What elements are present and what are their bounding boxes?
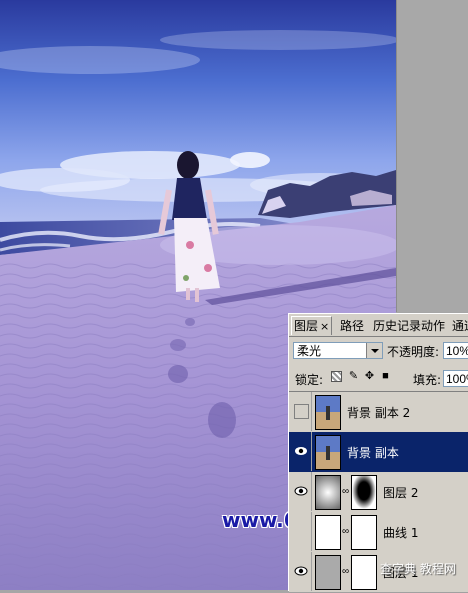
dropdown-arrow-icon[interactable] bbox=[366, 343, 382, 358]
layer-name[interactable]: 曲线 1 bbox=[383, 524, 418, 541]
tab-channels-label: 通道 bbox=[452, 319, 468, 333]
opacity-label: 不透明度: bbox=[387, 345, 440, 359]
layer-thumbnail bbox=[315, 555, 341, 590]
visibility-toggle[interactable] bbox=[291, 472, 312, 511]
move-icon[interactable]: ✥ bbox=[364, 371, 375, 382]
visibility-toggle[interactable] bbox=[291, 392, 312, 431]
panel-tabs: 图层× 路径 历史记录 动作 通道 bbox=[289, 314, 468, 337]
layer-name[interactable]: 背景 副本 bbox=[347, 444, 399, 461]
blend-mode-select[interactable]: 柔光 bbox=[293, 342, 383, 359]
tab-paths-label: 路径 bbox=[340, 319, 365, 333]
tab-history-label: 历史记录 bbox=[373, 319, 422, 333]
fill-field[interactable]: 100% bbox=[443, 370, 468, 387]
layer-row[interactable]: ∞ 图层 2 bbox=[289, 472, 468, 513]
brush-icon[interactable]: ✎ bbox=[348, 371, 359, 382]
layer-thumbnail bbox=[315, 475, 341, 510]
chain-link-icon: ∞ bbox=[342, 526, 350, 537]
adjustment-thumbnail bbox=[315, 515, 341, 550]
layers-panel: 图层× 路径 历史记录 动作 通道 柔光 不透明度: 10% 锁定: ✎ ✥ ■… bbox=[288, 313, 468, 593]
layer-row[interactable]: ∞ 曲线 1 bbox=[289, 512, 468, 553]
layer-mask-thumbnail bbox=[351, 515, 377, 550]
tab-layers[interactable]: 图层 × bbox=[291, 316, 333, 335]
tab-history[interactable]: 历史记录 bbox=[371, 317, 423, 335]
tab-paths[interactable]: 路径 bbox=[338, 317, 366, 335]
workspace-background bbox=[396, 0, 468, 312]
secondary-watermark: 查字典 教程网 bbox=[380, 562, 456, 576]
close-icon[interactable]: × bbox=[320, 320, 329, 333]
lock-transparent-icon[interactable] bbox=[331, 371, 342, 382]
layer-row[interactable]: 背景 副本 2 bbox=[289, 392, 468, 433]
eye-icon bbox=[295, 447, 307, 455]
blend-opacity-row: 柔光 不透明度: 10% bbox=[289, 338, 468, 364]
tab-layers-label: 图层 bbox=[294, 319, 319, 333]
eye-icon bbox=[294, 486, 308, 496]
blend-mode-value: 柔光 bbox=[297, 344, 322, 358]
lock-fill-row: 锁定: ✎ ✥ ■ 填充: 100% bbox=[289, 366, 468, 390]
visibility-toggle[interactable] bbox=[291, 552, 312, 591]
layer-thumbnail bbox=[315, 435, 341, 470]
layer-row-selected[interactable]: 背景 副本 bbox=[289, 432, 468, 473]
fill-label: 填充: bbox=[413, 373, 442, 387]
eye-icon bbox=[294, 566, 308, 576]
visibility-toggle[interactable] bbox=[291, 432, 312, 471]
lock-icon[interactable]: ■ bbox=[380, 371, 391, 382]
layer-mask-thumbnail bbox=[351, 475, 377, 510]
chain-link-icon: ∞ bbox=[342, 486, 350, 497]
layer-name[interactable]: 背景 副本 2 bbox=[347, 404, 410, 421]
layer-thumbnail bbox=[315, 395, 341, 430]
visibility-empty-box[interactable] bbox=[294, 404, 309, 419]
tab-actions-label: 动作 bbox=[421, 319, 446, 333]
tab-channels[interactable]: 通道 bbox=[450, 317, 468, 335]
visibility-toggle[interactable] bbox=[291, 512, 312, 551]
chain-link-icon: ∞ bbox=[342, 566, 350, 577]
layer-name[interactable]: 图层 2 bbox=[383, 484, 418, 501]
layer-mask-thumbnail bbox=[351, 555, 377, 590]
opacity-field[interactable]: 10% bbox=[443, 342, 468, 359]
tab-actions[interactable]: 动作 bbox=[419, 317, 447, 335]
lock-label: 锁定: bbox=[295, 373, 324, 387]
